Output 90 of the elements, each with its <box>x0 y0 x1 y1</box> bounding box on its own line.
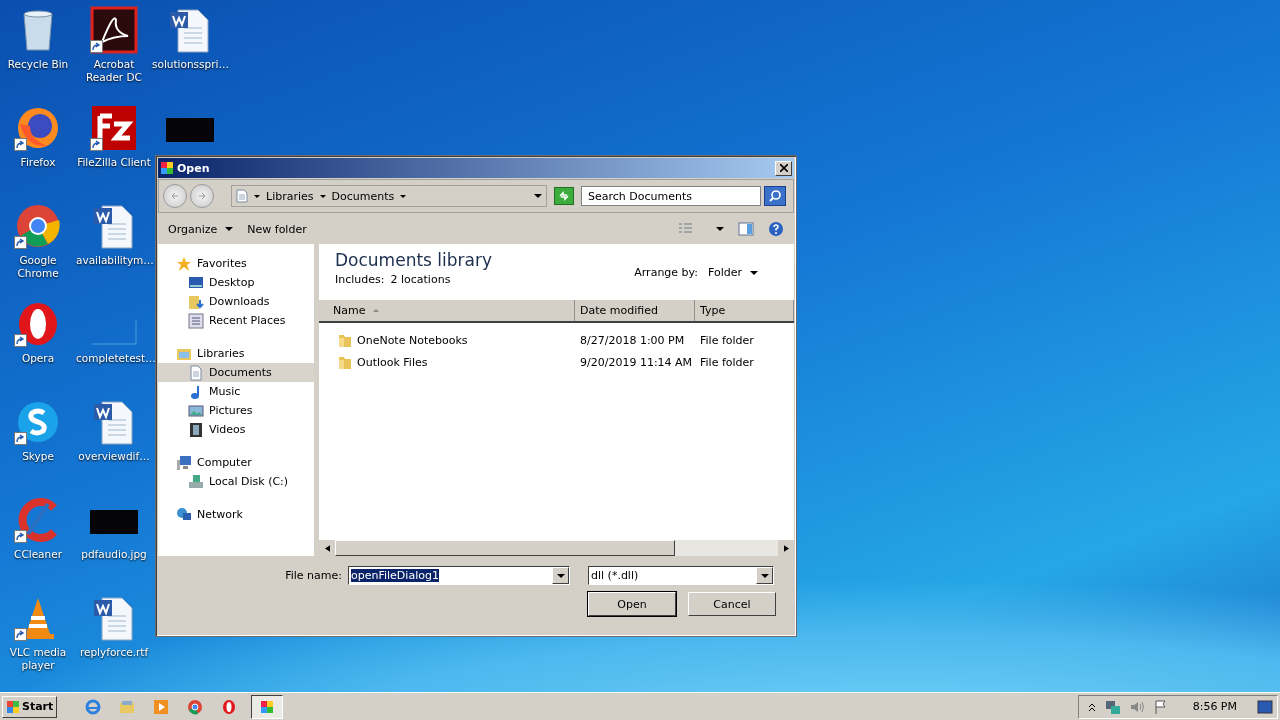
icon-label[interactable]: Acrobat Reader DC <box>76 58 152 84</box>
table-cell: File folder <box>700 355 754 369</box>
nav-item[interactable]: Documents <box>158 363 314 382</box>
computer-icon <box>176 454 192 471</box>
nav-item[interactable]: Network <box>158 505 314 524</box>
library-title: Documents library <box>335 250 493 270</box>
clock[interactable]: 8:56 PM <box>1192 700 1237 713</box>
icon-label[interactable]: Opera <box>21 352 55 365</box>
close-button[interactable] <box>775 160 792 176</box>
file-name-field[interactable]: openFileDialog1 <box>348 566 570 585</box>
preview-pane-icon[interactable] <box>738 221 754 237</box>
table-cell: File folder <box>700 333 754 347</box>
show-hidden-icons-icon[interactable] <box>1086 701 1097 712</box>
document-icon <box>236 189 248 203</box>
window-title: Open <box>177 161 210 175</box>
icon-label[interactable]: pdfaudio.jpg <box>81 548 147 561</box>
folder-icon <box>337 332 353 348</box>
arrange-dropdown[interactable]: Folder <box>708 266 758 279</box>
app-icon[interactable] <box>90 104 138 152</box>
nav-item[interactable]: Videos <box>158 420 314 439</box>
icon-label[interactable]: Firefox <box>20 156 56 169</box>
app-window-icon[interactable] <box>259 698 276 715</box>
column-header[interactable]: Date modified <box>575 300 695 321</box>
downloads-icon <box>188 293 204 310</box>
organize-button[interactable]: Organize <box>168 222 234 236</box>
scroll-left-icon[interactable] <box>324 544 330 552</box>
star-icon <box>176 255 192 272</box>
help-icon[interactable] <box>768 221 784 237</box>
table-cell: 8/27/2018 1:00 PM <box>580 333 685 347</box>
breadcrumb-item[interactable]: Libraries <box>266 189 314 203</box>
close-icon[interactable] <box>779 164 788 172</box>
arrange-label: Arrange by: <box>634 266 698 279</box>
icon-label[interactable]: Skype <box>22 450 54 463</box>
app-window-icon <box>160 161 174 175</box>
windows-logo-icon[interactable] <box>6 699 20 714</box>
nav-item[interactable]: Desktop <box>158 273 314 292</box>
caret-icon[interactable] <box>400 194 407 198</box>
icon-label[interactable]: Recycle Bin <box>7 58 69 71</box>
recent-icon <box>188 312 204 329</box>
address-bar[interactable]: Libraries Documents <box>231 185 547 207</box>
file-name[interactable]: Outlook Files <box>357 355 428 369</box>
videos-icon <box>188 421 204 438</box>
icon-label[interactable]: VLC media player <box>0 646 76 672</box>
taskbar-app-button[interactable] <box>251 694 284 719</box>
icon-label[interactable]: CCleaner <box>14 548 62 561</box>
caret-icon[interactable] <box>716 227 724 231</box>
icon-label[interactable]: availabilitym… <box>76 254 152 267</box>
caret-icon[interactable] <box>319 194 326 198</box>
new-folder-button[interactable]: New folder <box>247 222 307 236</box>
icon-label[interactable]: Google Chrome <box>0 254 76 280</box>
breadcrumb-item[interactable]: Documents <box>331 189 395 203</box>
icon-label[interactable]: FileZilla Client <box>77 156 151 169</box>
caret-icon[interactable] <box>254 194 260 198</box>
icon-label[interactable]: solutionsspri… <box>152 58 228 71</box>
cancel-button[interactable]: Cancel <box>688 592 776 616</box>
start-button[interactable]: Start <box>2 695 58 718</box>
includes-label: Includes: <box>335 273 385 286</box>
nav-item[interactable]: Downloads <box>158 292 314 311</box>
nav-item[interactable]: Pictures <box>158 401 314 420</box>
file-name[interactable]: OneNote Notebooks <box>357 333 468 347</box>
icon-label[interactable]: replyforce.rtf <box>79 646 149 659</box>
document-icon <box>188 364 204 381</box>
network-icon[interactable] <box>1104 698 1121 715</box>
folder-icon <box>337 354 353 370</box>
pictures-icon <box>188 402 204 419</box>
nav-item[interactable]: Favorites <box>158 254 314 273</box>
app-icon[interactable] <box>14 202 62 250</box>
horizontal-scrollbar[interactable] <box>319 540 794 556</box>
open-button[interactable]: Open <box>588 592 676 616</box>
column-header[interactable]: Type <box>695 300 794 321</box>
file-type-dropdown[interactable]: dll (*.dll) <box>588 566 774 585</box>
show-desktop-icon[interactable] <box>1257 699 1273 714</box>
app-icon[interactable] <box>90 6 138 54</box>
nav-item[interactable]: Computer <box>158 453 314 472</box>
nav-item[interactable]: Music <box>158 382 314 401</box>
table-cell: 9/20/2019 11:14 AM <box>580 355 693 369</box>
caret-icon[interactable] <box>534 194 542 198</box>
search-field[interactable]: Search Documents <box>581 186 761 206</box>
network-icon <box>176 506 192 523</box>
nav-item[interactable]: Local Disk (C:) <box>158 472 314 491</box>
icon-label[interactable]: overviewdif… <box>78 450 150 463</box>
scroll-right-icon[interactable] <box>783 544 789 552</box>
nav-item[interactable]: Libraries <box>158 344 314 363</box>
flag-icon[interactable] <box>1152 698 1169 715</box>
column-header[interactable]: Name <box>319 300 575 321</box>
nav-item[interactable]: Recent Places <box>158 311 314 330</box>
locations-link[interactable]: 2 locations <box>390 273 451 286</box>
file-name-label: File name: <box>285 569 342 582</box>
disk-icon <box>188 473 204 490</box>
desktop-icon <box>188 274 204 291</box>
